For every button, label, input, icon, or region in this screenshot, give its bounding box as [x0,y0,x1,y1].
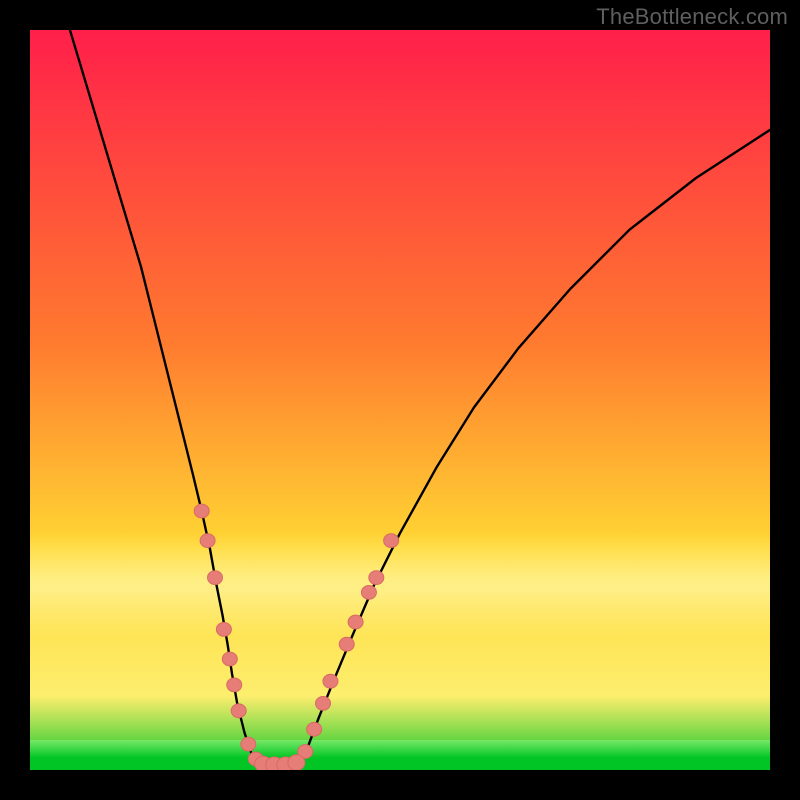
bead-icon [288,755,305,770]
bead-icon [384,534,399,548]
bead-group [194,504,398,770]
bead-icon [208,571,223,585]
outer-frame: TheBottleneck.com [0,0,800,800]
bead-icon [361,586,376,600]
bead-icon [200,534,215,548]
watermark-text: TheBottleneck.com [596,4,788,30]
bead-icon [339,637,354,651]
bead-icon [369,571,384,585]
bead-icon [194,504,209,518]
plot-area [30,30,770,770]
bead-icon [222,652,237,666]
bead-icon [227,678,242,692]
bead-icon [231,704,246,718]
bead-icon [241,737,256,751]
bead-icon [348,615,363,629]
bead-icon [323,674,338,688]
bottleneck-curve [30,30,770,770]
bead-icon [216,623,231,637]
bead-icon [316,697,331,711]
bead-icon [307,722,322,736]
curve-path [70,30,770,767]
